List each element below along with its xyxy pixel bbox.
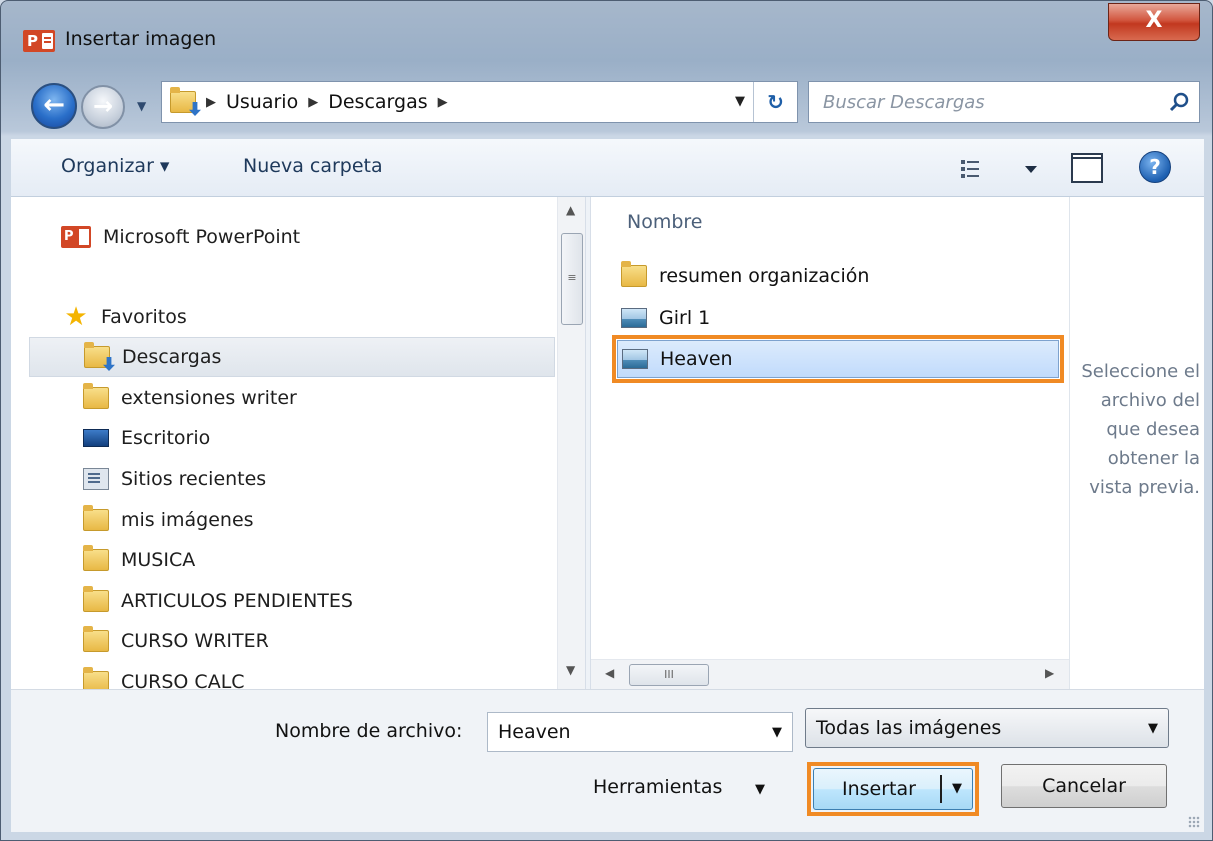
navigation-pane: P Microsoft PowerPoint ★ Favoritos Desca… [11, 197, 585, 689]
sidebar-item-articulos-pendientes[interactable]: ARTICULOS PENDIENTES [83, 581, 585, 621]
navigation-scrollbar[interactable]: ▲ ≡ ▼ [557, 197, 585, 689]
sidebar-item-descargas[interactable]: Descargas [29, 337, 555, 377]
folder-icon [83, 545, 109, 571]
preview-message: Seleccione el archivo del que desea obte… [1081, 361, 1200, 498]
search-icon[interactable] [1167, 90, 1191, 114]
sidebar-item-extensiones-writer[interactable]: extensiones writer [83, 378, 585, 418]
nav-item-powerpoint[interactable]: P Microsoft PowerPoint [61, 217, 585, 257]
sidebar-item-escritorio[interactable]: Escritorio [83, 418, 585, 458]
back-arrow-icon[interactable]: ← [31, 83, 77, 129]
nav-item-label: mis imágenes [121, 509, 254, 531]
breadcrumb-chevron-icon[interactable]: ▶ [308, 95, 318, 110]
forward-arrow-icon[interactable]: → [81, 85, 125, 129]
address-bar[interactable]: ▶ Usuario ▶ Descargas ▶ ▼ ↻ [161, 81, 798, 123]
breadcrumb-usuario[interactable]: Usuario [226, 91, 298, 113]
folder-icon [83, 667, 109, 689]
sidebar-item-curso-calc[interactable]: CURSO CALC [83, 662, 585, 689]
preview-pane-icon[interactable] [1071, 153, 1103, 183]
file-item-label: Girl 1 [659, 307, 711, 329]
nav-item-favorites[interactable]: ★ Favoritos [63, 297, 585, 337]
filename-input[interactable] [488, 713, 758, 751]
new-folder-button[interactable]: Nueva carpeta [243, 155, 383, 177]
sidebar-item-curso-writer[interactable]: CURSO WRITER [83, 621, 585, 661]
file-item-label: resumen organización [659, 265, 870, 287]
nav-item-label: Descargas [122, 346, 222, 368]
nav-item-label: Favoritos [101, 306, 187, 328]
insert-button-highlight: Insertar ▼ [807, 762, 979, 816]
column-header-name[interactable]: Nombre [627, 211, 703, 233]
insert-image-dialog: P Insertar imagen X ← → ▼ ▶ Usuario ▶ De… [0, 0, 1213, 841]
insert-options-dropdown-icon[interactable]: ▼ [952, 781, 962, 796]
downloads-folder-icon [84, 342, 115, 371]
tools-menu-button[interactable]: Herramientas [593, 776, 722, 798]
window-title: Insertar imagen [65, 28, 217, 50]
nav-item-label: Microsoft PowerPoint [103, 226, 301, 248]
downloads-folder-icon [170, 87, 201, 116]
breadcrumb-chevron-icon[interactable]: ▶ [206, 95, 216, 110]
recent-places-icon [83, 468, 109, 490]
preview-pane: Seleccione el archivo del que desea obte… [1069, 197, 1204, 689]
nav-item-label: CURSO CALC [121, 671, 245, 689]
folder-icon [621, 261, 647, 287]
file-list-horizontal-scrollbar[interactable]: ◀ III ▶ [591, 659, 1069, 689]
powerpoint-icon: P [61, 226, 91, 248]
image-file-icon [622, 349, 648, 369]
breadcrumb-descargas[interactable]: Descargas [328, 91, 427, 113]
file-type-select[interactable]: Todas las imágenes ▼ [805, 708, 1169, 748]
file-item-label: Heaven [660, 348, 733, 370]
address-history-dropdown-icon[interactable]: ▼ [735, 94, 745, 109]
folder-icon [83, 626, 109, 652]
file-item-resumen-organizacion[interactable]: resumen organización [621, 257, 869, 295]
nav-item-label: MUSICA [121, 549, 196, 571]
scrollbar-thumb[interactable]: ≡ [561, 233, 583, 325]
breadcrumb-chevron-icon[interactable]: ▶ [438, 95, 448, 110]
split-divider [940, 775, 942, 803]
search-input[interactable] [809, 82, 1149, 122]
filename-combobox[interactable]: ▼ [487, 712, 793, 752]
sidebar-item-sitios-recientes[interactable]: Sitios recientes [83, 459, 585, 499]
nav-item-label: extensiones writer [121, 387, 297, 409]
scroll-up-arrow-icon[interactable]: ▲ [566, 203, 575, 217]
file-item-heaven[interactable]: Heaven [612, 335, 1064, 383]
nav-item-label: ARTICULOS PENDIENTES [121, 590, 353, 612]
title-bar: P Insertar imagen X [1, 1, 1212, 71]
image-file-icon [621, 308, 647, 328]
star-icon: ★ [64, 302, 88, 332]
command-toolbar: Organizar ▾ Nueva carpeta ? [11, 139, 1204, 197]
change-view-icon[interactable] [957, 157, 1037, 181]
sidebar-item-musica[interactable]: MUSICA [83, 540, 585, 580]
recent-pages-dropdown-icon[interactable]: ▼ [137, 99, 146, 113]
scroll-left-arrow-icon[interactable]: ◀ [605, 666, 614, 680]
scroll-right-arrow-icon[interactable]: ▶ [1045, 666, 1054, 680]
insert-button[interactable]: Insertar ▼ [813, 768, 973, 810]
folder-icon [83, 586, 109, 612]
nav-item-label: Sitios recientes [121, 468, 267, 490]
sidebar-item-mis-imagenes[interactable]: mis imágenes [83, 500, 585, 540]
file-type-dropdown-icon[interactable]: ▼ [1148, 721, 1158, 736]
scroll-down-arrow-icon[interactable]: ▼ [566, 663, 575, 677]
file-type-value: Todas las imágenes [816, 717, 1002, 739]
filename-label: Nombre de archivo: [275, 720, 463, 742]
close-button[interactable]: X [1108, 3, 1200, 41]
tools-dropdown-icon[interactable]: ▼ [755, 782, 765, 797]
desktop-icon [83, 429, 109, 447]
dialog-footer: Nombre de archivo: ▼ Todas las imágenes … [11, 689, 1204, 832]
help-icon[interactable]: ? [1139, 151, 1171, 183]
organize-menu-button[interactable]: Organizar ▾ [61, 155, 169, 177]
search-box[interactable] [808, 81, 1200, 123]
file-item-girl-1[interactable]: Girl 1 [621, 299, 710, 337]
powerpoint-app-icon: P [23, 30, 55, 52]
filename-dropdown-icon[interactable]: ▼ [772, 725, 782, 740]
nav-item-label: CURSO WRITER [121, 630, 269, 652]
folder-icon [83, 383, 109, 409]
cancel-button[interactable]: Cancelar [1001, 764, 1167, 808]
folder-icon [83, 505, 109, 531]
insert-button-label: Insertar [842, 778, 916, 800]
nav-item-label: Escritorio [121, 427, 211, 449]
file-list: Nombre resumen organización Girl 1 Heave… [591, 197, 1069, 689]
resize-grip-icon[interactable] [1188, 816, 1200, 828]
scrollbar-thumb[interactable]: III [629, 664, 709, 686]
refresh-icon[interactable]: ↻ [753, 82, 797, 122]
